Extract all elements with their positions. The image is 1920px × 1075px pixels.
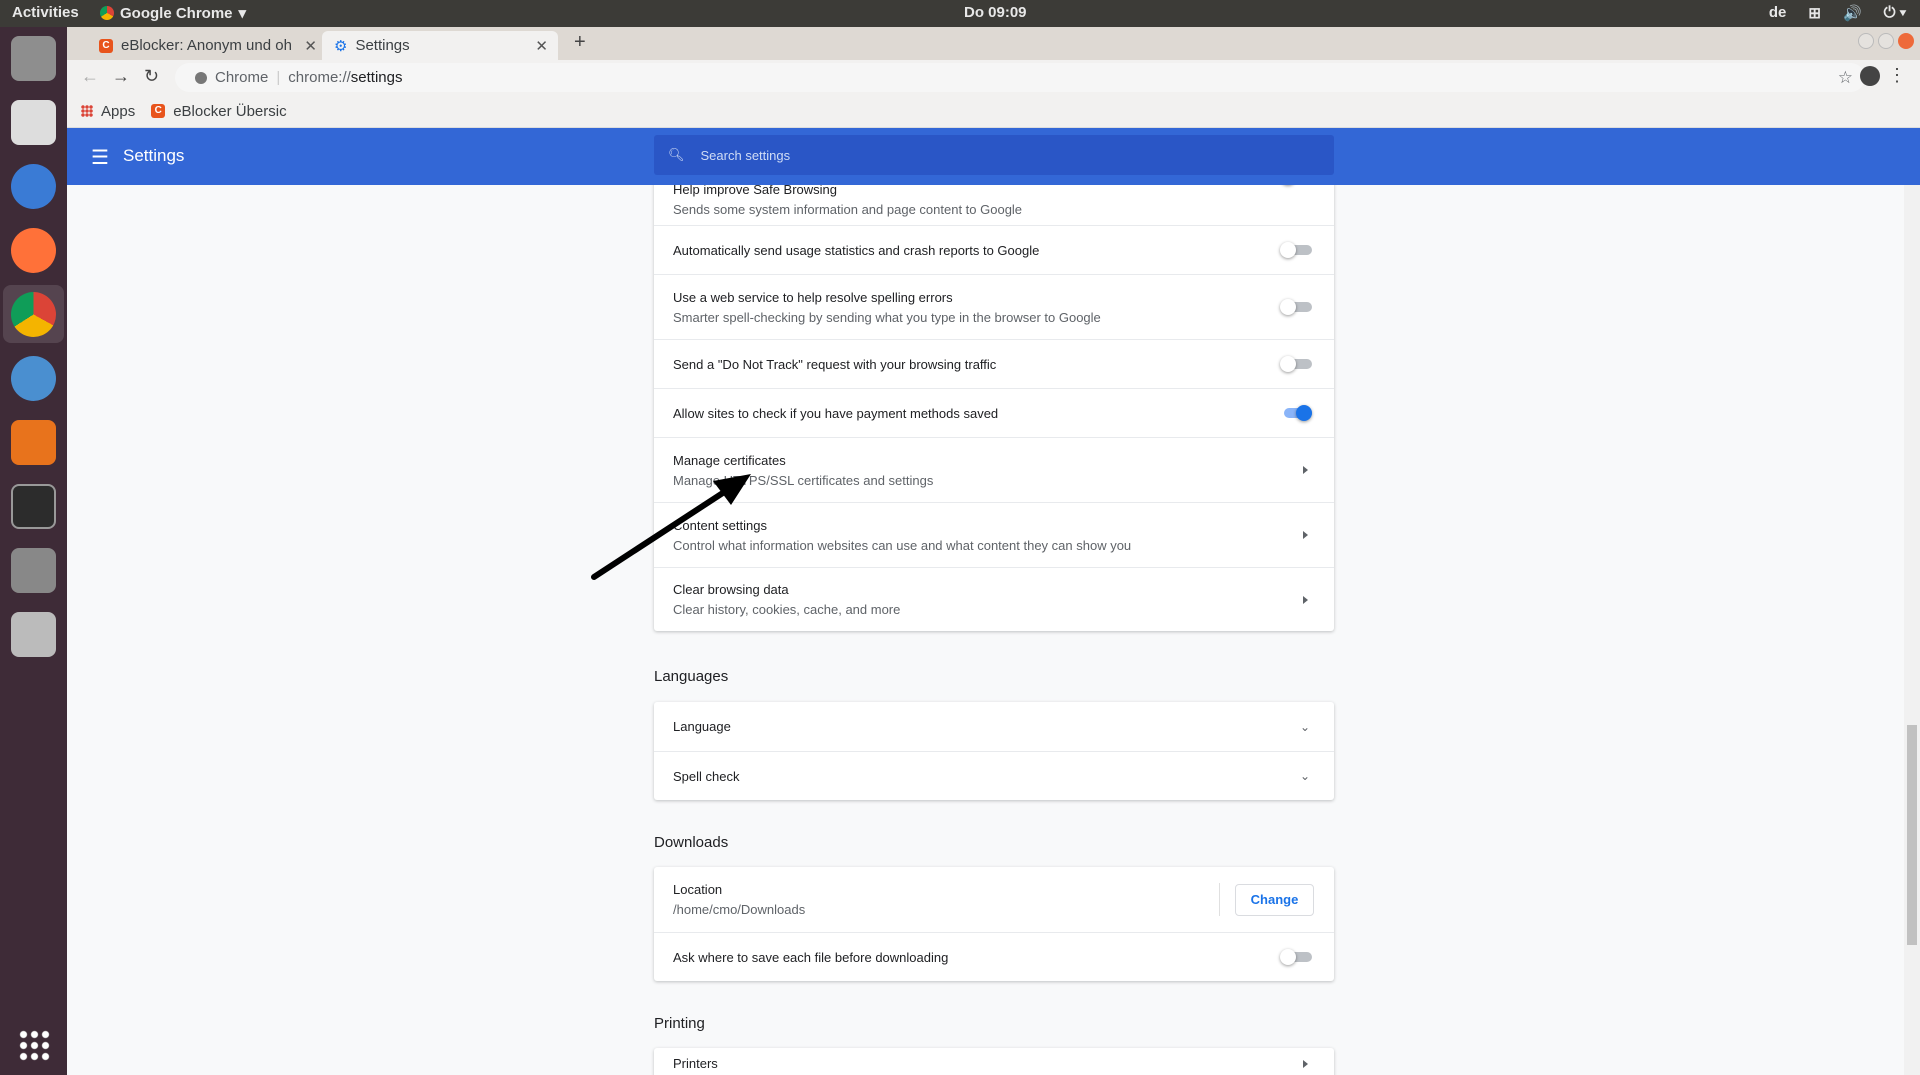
system-top-bar: Activities Google Chrome ▾ Do 09:09 de ⊞ 🔊 ⏻…	[0, 0, 1920, 27]
annotation-arrow	[591, 474, 751, 580]
firefox-icon[interactable]	[11, 228, 56, 273]
clock[interactable]: Do 09:09	[964, 4, 1027, 21]
address-bar[interactable]: Chrome | chrome://settings ☆	[175, 63, 1865, 92]
bookmark-eblocker[interactable]: CeBlocker Übersic	[151, 103, 287, 120]
menu-dots-icon[interactable]: ⋮	[1888, 65, 1906, 86]
terminal-icon[interactable]	[11, 484, 56, 529]
scrollbar[interactable]	[1904, 185, 1920, 1075]
volume-icon[interactable]: 🔊	[1843, 4, 1862, 22]
chevron-down-icon: ⌄	[1299, 719, 1310, 734]
arrow-right-icon	[1303, 531, 1308, 539]
scrollbar-thumb[interactable]	[1907, 725, 1917, 945]
setting-toggle[interactable]	[1280, 242, 1312, 258]
settings-header: ☰ Settings 🔍︎ Search settings	[67, 128, 1920, 185]
arrow-right-icon	[1303, 1060, 1308, 1068]
software-center-icon[interactable]	[11, 420, 56, 465]
section-heading-downloads: Downloads	[654, 834, 729, 851]
gear-icon: ⚙	[334, 37, 348, 55]
close-window-button[interactable]	[1898, 33, 1914, 49]
app-menu[interactable]: Google Chrome ▾	[100, 4, 246, 22]
ask-save-row[interactable]: Ask where to save each file before downl…	[654, 932, 1334, 981]
chevron-down-icon: ⌄	[1299, 769, 1310, 783]
change-location-button[interactable]: Change	[1235, 883, 1314, 916]
section-heading-printing: Printing	[654, 1015, 705, 1032]
setting-toggle[interactable]	[1280, 299, 1312, 315]
toolbar: ← → ↻ Chrome | chrome://settings ☆ ⋮	[67, 60, 1920, 95]
back-button[interactable]: ←	[81, 66, 99, 87]
dock	[0, 27, 67, 1075]
eblocker-icon: C	[99, 38, 113, 53]
new-tab-button[interactable]: +	[574, 31, 586, 54]
location-row: Location/home/cmo/Downloads Change	[654, 867, 1334, 932]
reload-button[interactable]: ↻	[144, 66, 159, 87]
window-controls	[1858, 33, 1914, 49]
minimize-button[interactable]	[1858, 33, 1874, 49]
setting-toggle[interactable]	[1280, 405, 1312, 421]
profile-icon[interactable]	[1860, 66, 1880, 86]
settings-content: Help improve Safe Browsing Sends some sys…	[67, 185, 1904, 1075]
activities-button[interactable]: Activities	[12, 4, 79, 21]
printing-card: Printers	[654, 1048, 1334, 1075]
printers-row[interactable]: Printers	[654, 1048, 1334, 1075]
files-icon[interactable]	[11, 36, 56, 81]
dropdown-icon: ▾	[238, 5, 247, 22]
close-tab-icon[interactable]: ✕	[304, 37, 317, 55]
hamburger-menu-icon[interactable]: ☰	[91, 145, 109, 170]
apps-grid-icon	[81, 105, 93, 117]
tab-eblocker[interactable]: CeBlocker: Anonym und oh ✕	[87, 31, 327, 60]
network-icon[interactable]: ⊞	[1808, 4, 1821, 22]
tab-strip: CeBlocker: Anonym und oh ✕ ⚙ Settings ✕ +	[67, 27, 1920, 60]
show-apps-icon[interactable]	[18, 1029, 50, 1061]
url: chrome://settings	[288, 69, 403, 86]
arrow-right-icon	[1303, 466, 1308, 474]
chrome-site-icon	[195, 71, 207, 84]
eblocker-icon: C	[151, 104, 166, 118]
arrow-right-icon	[1303, 595, 1308, 604]
tab-settings[interactable]: ⚙ Settings ✕	[322, 31, 558, 60]
text-editor-icon[interactable]	[11, 100, 56, 145]
system-tray[interactable]: de ⊞ 🔊 ⏻ ▾	[1769, 4, 1906, 22]
thunderbird-icon[interactable]	[11, 164, 56, 209]
page-title: Settings	[123, 146, 185, 165]
setting-toggle[interactable]	[1280, 356, 1312, 372]
bookmark-apps[interactable]: Apps	[81, 103, 135, 120]
browser-window: CeBlocker: Anonym und oh ✕ ⚙ Settings ✕ + ←…	[67, 27, 1920, 1075]
bookmarks-bar: Apps CeBlocker Übersic	[67, 95, 1920, 128]
search-icon: 🔍︎	[668, 147, 685, 162]
chrome-dock-icon[interactable]	[3, 285, 64, 343]
mixer-icon[interactable]	[11, 612, 56, 657]
search-settings-input[interactable]: 🔍︎ Search settings	[654, 135, 1334, 175]
bookmark-star-icon[interactable]: ☆	[1838, 68, 1853, 88]
downloads-card: Location/home/cmo/Downloads Change Ask wh…	[654, 867, 1334, 981]
keyboard-layout[interactable]: de	[1769, 4, 1787, 22]
power-icon[interactable]: ⏻ ▾	[1884, 4, 1906, 22]
settings-tools-icon[interactable]	[11, 548, 56, 593]
browser-swirl-icon[interactable]	[11, 356, 56, 401]
forward-button[interactable]: →	[112, 66, 130, 87]
ask-save-toggle[interactable]	[1280, 949, 1312, 965]
chrome-icon	[100, 6, 114, 20]
maximize-button[interactable]	[1878, 33, 1894, 49]
close-tab-icon[interactable]: ✕	[535, 37, 548, 55]
